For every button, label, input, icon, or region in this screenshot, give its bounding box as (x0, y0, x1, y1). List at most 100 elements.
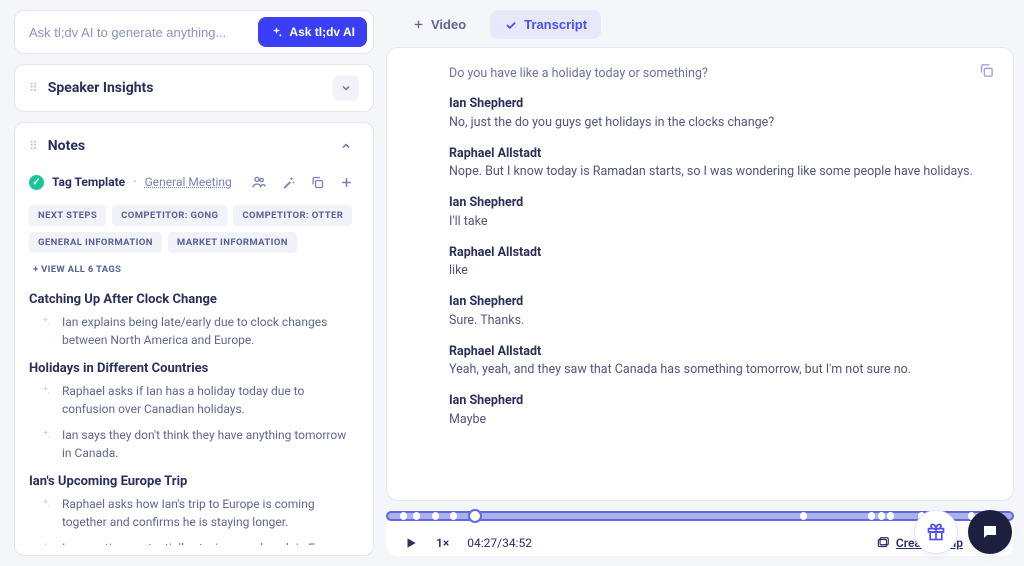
chat-icon (981, 523, 999, 541)
timeline-marker[interactable] (432, 512, 439, 520)
tab-transcript[interactable]: Transcript (490, 10, 601, 39)
note-item[interactable]: Ian mentions potentially staying on a be… (29, 539, 355, 545)
copy-transcript-button[interactable] (978, 62, 995, 79)
sparkle-icon (39, 497, 52, 510)
ask-ai-button[interactable]: Ask tl;dv AI (258, 17, 367, 47)
transcript-line[interactable]: Raphael AllstadtNope. But I know today i… (449, 145, 991, 183)
notes-list: Catching Up After Clock Change Ian explai… (29, 292, 359, 545)
copy-icon (310, 175, 325, 190)
transcript-speaker: Ian Shepherd (449, 293, 991, 312)
timeline-marker[interactable] (887, 512, 894, 520)
note-text: Raphael asks how Ian's trip to Europe is… (62, 495, 355, 531)
timeline-marker[interactable] (413, 512, 420, 520)
transcript-lines: Ian ShepherdNo, just the do you guys get… (409, 95, 991, 430)
speaker-insights-toggle[interactable] (333, 75, 359, 101)
transcript-text: like (449, 262, 991, 281)
view-all-tags[interactable]: + VIEW ALL 6 TAGS (29, 259, 125, 280)
plus-icon (412, 18, 425, 31)
note-item[interactable]: Raphael asks if Ian has a holiday today … (29, 382, 355, 418)
notes-title: Notes (48, 138, 323, 154)
tab-video-label: Video (431, 17, 466, 32)
speaker-insights-panel: ⠿ Speaker Insights (14, 64, 374, 112)
note-text: Ian explains being late/early due to clo… (62, 313, 355, 349)
plus-icon (339, 175, 354, 190)
sparkle-icon (39, 384, 52, 397)
transcript-line[interactable]: Ian ShepherdI'll take (449, 194, 991, 232)
chevron-down-icon (340, 82, 352, 94)
drag-handle-icon[interactable]: ⠿ (29, 140, 38, 152)
note-section: Holidays in Different Countries Raphael a… (29, 361, 355, 462)
transcript-line[interactable]: Ian ShepherdMaybe (449, 392, 991, 430)
speaker-insights-title: Speaker Insights (48, 80, 323, 96)
sparkle-icon (39, 428, 52, 441)
transcript-line[interactable]: Raphael AllstadtYeah, yeah, and they saw… (449, 343, 991, 381)
timeline-marker[interactable] (450, 512, 457, 520)
tag-chip[interactable]: COMPETITOR: GONG (112, 205, 227, 226)
people-icon (251, 174, 267, 190)
clip-icon (876, 536, 890, 550)
transcript-speaker: Raphael Allstadt (449, 145, 991, 164)
transcript-speaker: Raphael Allstadt (449, 343, 991, 362)
play-button[interactable] (404, 536, 418, 550)
note-item[interactable]: Raphael asks how Ian's trip to Europe is… (29, 495, 355, 531)
check-icon (504, 18, 518, 32)
playback-speed[interactable]: 1× (436, 536, 449, 550)
tags-row: NEXT STEPS COMPETITOR: GONG COMPETITOR: … (29, 205, 359, 280)
note-section: Catching Up After Clock Change Ian explai… (29, 292, 355, 349)
timeline-marker[interactable] (800, 512, 807, 520)
timeline-marker[interactable] (400, 512, 407, 520)
tabs-row: Video Transcript (386, 10, 1014, 47)
timeline-marker[interactable] (878, 512, 885, 520)
sparkle-icon (270, 26, 283, 39)
tag-template-row: ✓ Tag Template · General Meeting (29, 169, 359, 195)
check-icon: ✓ (29, 175, 44, 190)
transcript-speaker: Ian Shepherd (449, 194, 991, 213)
transcript-speaker: Ian Shepherd (449, 95, 991, 114)
people-button[interactable] (246, 169, 272, 195)
transcript-line[interactable]: Raphael Allstadtlike (449, 244, 991, 282)
timeline-marker[interactable] (868, 512, 875, 520)
tag-template-link[interactable]: General Meeting (145, 175, 232, 189)
copy-icon (978, 62, 995, 79)
tab-video[interactable]: Video (398, 10, 480, 39)
transcript-text: I'll take (449, 213, 991, 232)
add-button[interactable] (333, 169, 359, 195)
transcript-speaker: Raphael Allstadt (449, 244, 991, 263)
ai-search-bar: Ask tl;dv AI (14, 10, 374, 54)
search-input[interactable] (29, 25, 258, 40)
note-section-title: Catching Up After Clock Change (29, 292, 355, 307)
tab-transcript-label: Transcript (524, 17, 587, 32)
note-text: Ian says they don't think they have anyt… (62, 426, 355, 462)
transcript-text: Maybe (449, 411, 991, 430)
copy-button[interactable] (304, 169, 330, 195)
transcript-text: Yeah, yeah, and they saw that Canada has… (449, 361, 991, 380)
gift-icon (926, 522, 946, 542)
sparkle-icon (39, 315, 52, 328)
play-icon (404, 536, 418, 550)
notes-panel: ⠿ Notes ✓ Tag Template · General Meeting (14, 122, 374, 556)
transcript-card: Do you have like a holiday today or some… (386, 47, 1014, 501)
chat-button[interactable] (968, 510, 1012, 554)
gift-button[interactable] (914, 510, 958, 554)
wand-button[interactable] (275, 169, 301, 195)
tag-chip[interactable]: MARKET INFORMATION (168, 232, 297, 253)
notes-toggle[interactable] (333, 133, 359, 159)
transcript-line[interactable]: Ian ShepherdNo, just the do you guys get… (449, 95, 991, 133)
sparkle-icon (39, 541, 52, 545)
transcript-text: Nope. But I know today is Ramadan starts… (449, 163, 991, 182)
note-item[interactable]: Ian says they don't think they have anyt… (29, 426, 355, 462)
ask-ai-label: Ask tl;dv AI (289, 25, 355, 39)
transcript-text: No, just the do you guys get holidays in… (449, 114, 991, 133)
note-section-title: Holidays in Different Countries (29, 361, 355, 376)
tag-chip[interactable]: GENERAL INFORMATION (29, 232, 162, 253)
transcript-text: Sure. Thanks. (449, 312, 991, 331)
playhead[interactable] (468, 509, 482, 523)
time-display: 04:27/34:52 (467, 536, 532, 550)
drag-handle-icon[interactable]: ⠿ (29, 82, 38, 94)
note-section: Ian's Upcoming Europe TripRaphael asks h… (29, 474, 355, 545)
transcript-intro: Do you have like a holiday today or some… (409, 66, 991, 81)
tag-chip[interactable]: NEXT STEPS (29, 205, 106, 226)
tag-chip[interactable]: COMPETITOR: OTTER (233, 205, 352, 226)
note-item[interactable]: Ian explains being late/early due to clo… (29, 313, 355, 349)
transcript-line[interactable]: Ian ShepherdSure. Thanks. (449, 293, 991, 331)
